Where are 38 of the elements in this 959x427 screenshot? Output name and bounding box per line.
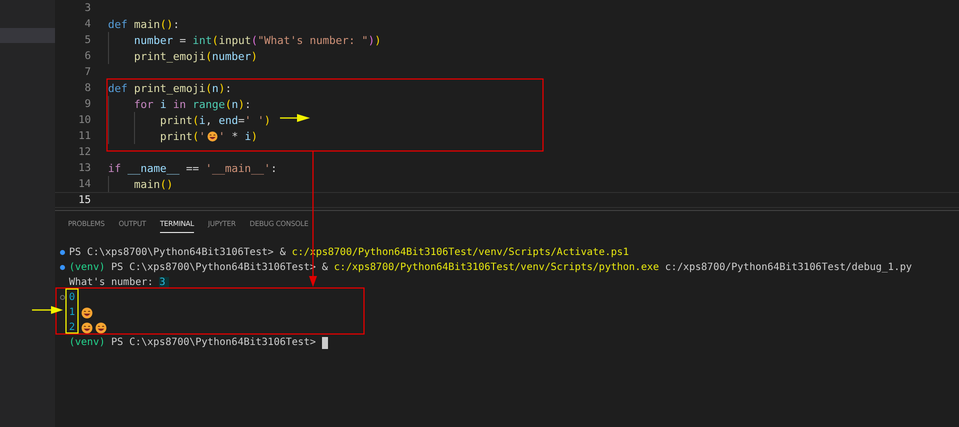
line-number: 11 [77,130,91,142]
code-line: print(i, end=' ') [160,112,271,128]
code-line: if __name__ == '__main__': [108,160,278,176]
terminal-line: 1 [69,306,94,318]
line-number: 13 [77,162,91,174]
line-number: 6 [84,50,91,62]
code-line: print(' ' * i) [160,128,258,144]
line-number: 12 [77,146,91,158]
terminal-line: (venv) PS C:\xps8700\Python64Bit3106Test> [69,336,328,348]
grinning-face-icon [81,306,94,318]
terminal-line: 2 [69,322,108,334]
status-dot-icon [60,295,64,300]
callout-arrow [32,306,63,314]
terminal-cursor [322,336,328,348]
code-line: number = int(input("What's number: ")) [134,32,382,48]
line-number: 10 [77,114,91,126]
status-dot-icon [60,265,64,270]
code-line: def print_emoji(n): [108,80,232,96]
line-number: 5 [84,34,91,46]
line-number: 14 [77,178,91,190]
line-number: 8 [84,82,91,94]
code-line: print_emoji(number) [134,48,258,64]
callout-arrow [280,114,310,122]
line-number: 9 [84,98,91,110]
terminal-line: 0 [69,292,76,303]
code-line: def main(): [108,16,180,32]
code-line: main() [134,176,174,192]
terminal-line: What's number: 3 [69,277,170,288]
grinning-face-icon [81,322,94,334]
sidebar-item[interactable] [0,28,55,43]
line-number: 7 [84,66,91,78]
grinning-face-icon [206,130,218,142]
line-number: 3 [84,2,91,14]
grinning-face-icon [95,322,108,334]
status-dot-icon [60,250,64,255]
line-number: 15 [77,194,91,206]
code-line: for i in range(n): [134,96,252,112]
line-number: 4 [84,18,91,30]
